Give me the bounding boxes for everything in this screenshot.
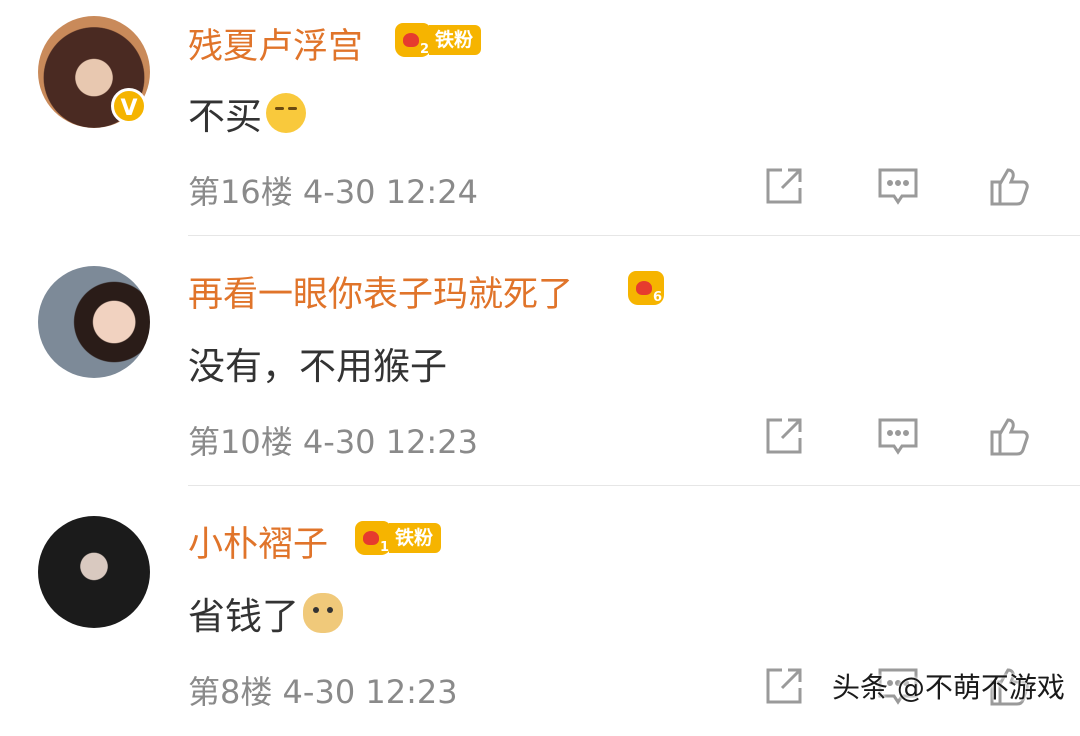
crown-icon: 2 — [395, 23, 431, 57]
comment-text: 不买 — [188, 86, 306, 140]
timestamp: 4-30 12:23 — [302, 423, 478, 461]
fan-badge[interactable]: 1 铁粉 — [355, 520, 442, 556]
floor-number: 第10楼 — [188, 423, 293, 461]
badge-level: 2 — [419, 42, 429, 57]
floor-number: 第16楼 — [188, 173, 293, 211]
fan-label: 铁粉 — [429, 25, 482, 55]
comment-meta: 第8楼 4-30 12:23 — [188, 667, 458, 713]
thumbs-up-icon[interactable] — [986, 162, 1034, 210]
verified-badge-icon: V — [111, 88, 147, 124]
comment-text-content: 没有，不用猴子 — [188, 345, 447, 388]
comment-text: 没有，不用猴子 — [188, 336, 447, 390]
fan-label: 铁粉 — [389, 523, 442, 553]
comment-icon[interactable] — [874, 412, 922, 460]
fan-badge[interactable]: 6 — [628, 270, 664, 306]
comment-text: 省钱了 — [188, 586, 343, 640]
comment-text-content: 省钱了 — [188, 595, 299, 638]
badge-level: 1 — [379, 540, 389, 555]
username[interactable]: 再看一眼你表子玛就死了 — [188, 266, 573, 317]
watermark: 头条 @不萌不游戏 — [832, 671, 1065, 704]
crown-icon: 6 — [628, 271, 664, 305]
crown-icon: 1 — [355, 521, 391, 555]
floor-number: 第8楼 — [188, 673, 273, 711]
comment-item: V 残夏卢浮宫 2 铁粉 不买 第16楼 4-30 12:24 — [0, 0, 1080, 250]
thumbs-up-icon[interactable] — [986, 412, 1034, 460]
fan-badge[interactable]: 2 铁粉 — [395, 22, 482, 58]
share-icon[interactable] — [760, 662, 808, 710]
share-icon[interactable] — [760, 412, 808, 460]
doge-emoji-icon — [303, 593, 343, 633]
comment-icon[interactable] — [874, 162, 922, 210]
timestamp: 4-30 12:24 — [302, 173, 478, 211]
avatar[interactable] — [38, 516, 150, 628]
comment-text-content: 不买 — [188, 95, 262, 138]
timestamp: 4-30 12:23 — [282, 673, 458, 711]
username[interactable]: 小朴褶子 — [188, 516, 328, 567]
avatar[interactable] — [38, 266, 150, 378]
kiss-emoji-icon — [266, 93, 306, 133]
share-icon[interactable] — [760, 162, 808, 210]
comment-meta: 第10楼 4-30 12:23 — [188, 417, 478, 463]
comment-item: 再看一眼你表子玛就死了 6 没有，不用猴子 第10楼 4-30 12:23 — [0, 236, 1080, 486]
comment-meta: 第16楼 4-30 12:24 — [188, 167, 478, 213]
badge-level: 6 — [652, 290, 662, 305]
username[interactable]: 残夏卢浮宫 — [188, 18, 363, 69]
